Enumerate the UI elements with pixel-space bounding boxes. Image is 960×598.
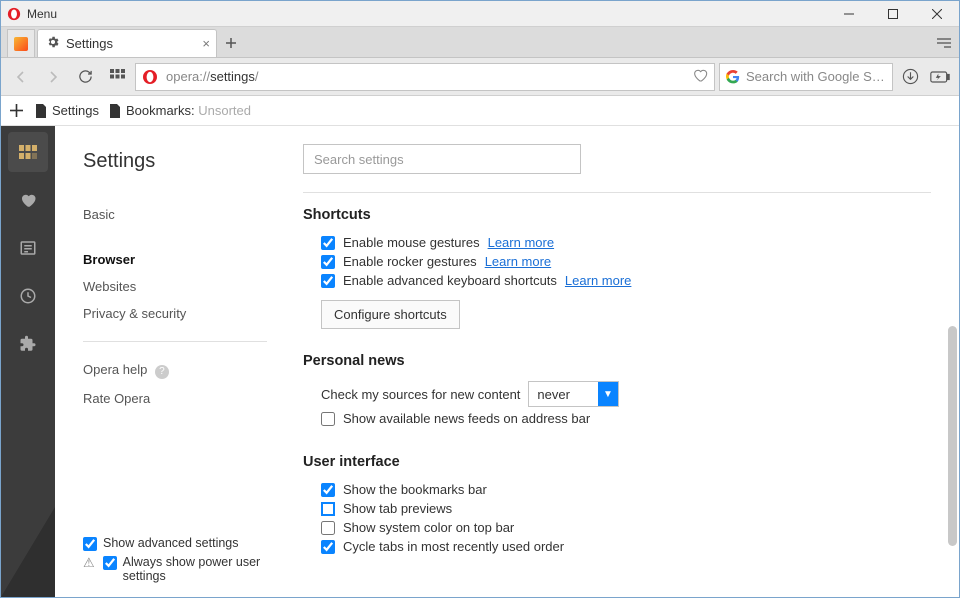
news-check-row: Check my sources for new content never ▼ [321,381,931,407]
news-check-label: Check my sources for new content [321,387,520,402]
new-tab-button[interactable] [217,29,245,57]
address-bar: opera://settings/ Search with Google S… [1,58,959,96]
url-input[interactable]: opera://settings/ [135,63,715,91]
bookmark-heart-icon[interactable] [692,67,708,86]
opt-mouse-gestures[interactable]: Enable mouse gestures Learn more [321,235,931,250]
url-text: opera://settings/ [166,69,259,84]
learn-more-link[interactable]: Learn more [485,254,551,269]
tab-menu-button[interactable] [929,29,959,57]
bookmark-label: Settings [52,103,99,118]
window-close-button[interactable] [915,1,959,27]
tab-close-button[interactable]: × [202,36,210,51]
search-settings-input[interactable] [303,144,581,174]
settings-sidebar: Settings Basic Browser Websites Privacy … [55,126,285,597]
opt-bookmarks-bar[interactable]: Show the bookmarks bar [321,482,931,497]
opera-logo-icon [142,69,158,85]
speed-dial-button[interactable] [103,63,131,91]
left-rail [1,126,55,597]
window-titlebar: Menu [1,1,959,27]
tab-strip: Settings × [1,27,959,58]
opt-system-color[interactable]: Show system color on top bar [321,520,931,535]
downloads-button[interactable] [897,64,923,90]
power-user-checkbox[interactable]: ⚠Always show power user settings [83,555,267,583]
battery-button[interactable] [927,64,953,90]
pinned-tab[interactable] [7,29,35,57]
sidebar-item-help[interactable]: Opera help ? [83,356,267,385]
rail-news-button[interactable] [8,228,48,268]
file-icon [109,104,121,118]
sidebar-item-websites[interactable]: Websites [83,273,267,300]
bookmark-label: Bookmarks: Unsorted [126,103,251,118]
bookmark-item-settings[interactable]: Settings [35,103,99,118]
nav-reload-button[interactable] [71,63,99,91]
google-icon [726,70,740,84]
rail-bookmarks-button[interactable] [8,180,48,220]
opt-rocker-gestures[interactable]: Enable rocker gestures Learn more [321,254,931,269]
nav-forward-button[interactable] [39,63,67,91]
configure-shortcuts-button[interactable]: Configure shortcuts [321,300,460,329]
sidebar-item-basic[interactable]: Basic [83,201,267,228]
opt-keyboard-shortcuts[interactable]: Enable advanced keyboard shortcuts Learn… [321,273,931,288]
nav-back-button[interactable] [7,63,35,91]
tab-label: Settings [66,36,113,51]
select-value: never [529,387,598,402]
sidebar-item-rate[interactable]: Rate Opera [83,385,267,412]
sidebar-item-privacy[interactable]: Privacy & security [83,300,267,327]
pinned-tab-favicon [14,37,28,51]
warning-icon: ⚠ [83,555,95,571]
section-title: Shortcuts [303,207,931,223]
rail-decoration [1,507,55,597]
bookmarks-bar: Settings Bookmarks: Unsorted [1,96,959,126]
rail-history-button[interactable] [8,276,48,316]
gear-icon [46,35,60,52]
settings-main: Shortcuts Enable mouse gestures Learn mo… [285,126,959,597]
bookmark-item-unsorted[interactable]: Bookmarks: Unsorted [109,103,251,118]
window-menu-label[interactable]: Menu [27,7,57,21]
window-minimize-button[interactable] [827,1,871,27]
show-advanced-checkbox[interactable]: Show advanced settings [83,536,267,551]
scrollbar[interactable] [948,326,957,546]
rail-extensions-button[interactable] [8,324,48,364]
section-user-interface: User interface Show the bookmarks bar Sh… [303,454,931,554]
chevron-down-icon: ▼ [598,382,618,406]
help-icon: ? [155,365,169,379]
content-area: Settings Basic Browser Websites Privacy … [1,126,959,597]
section-title: Personal news [303,353,931,369]
section-shortcuts: Shortcuts Enable mouse gestures Learn mo… [303,207,931,329]
bookmarks-add-button[interactable] [7,104,25,117]
opt-news-feeds[interactable]: Show available news feeds on address bar [321,411,931,426]
sidebar-item-browser[interactable]: Browser [83,246,267,273]
opt-cycle-tabs[interactable]: Cycle tabs in most recently used order [321,539,931,554]
section-title: User interface [303,454,931,470]
section-personal-news: Personal news Check my sources for new c… [303,353,931,426]
opera-logo-icon [7,7,21,21]
tab-settings[interactable]: Settings × [37,29,217,57]
rail-speed-dial-button[interactable] [8,132,48,172]
news-interval-select[interactable]: never ▼ [528,381,619,407]
page-title: Settings [83,150,267,173]
search-input[interactable]: Search with Google S… [719,63,893,91]
opt-tab-previews[interactable]: Show tab previews [321,501,931,516]
search-placeholder: Search with Google S… [746,69,885,84]
window-maximize-button[interactable] [871,1,915,27]
file-icon [35,104,47,118]
learn-more-link[interactable]: Learn more [565,273,631,288]
learn-more-link[interactable]: Learn more [488,235,554,250]
